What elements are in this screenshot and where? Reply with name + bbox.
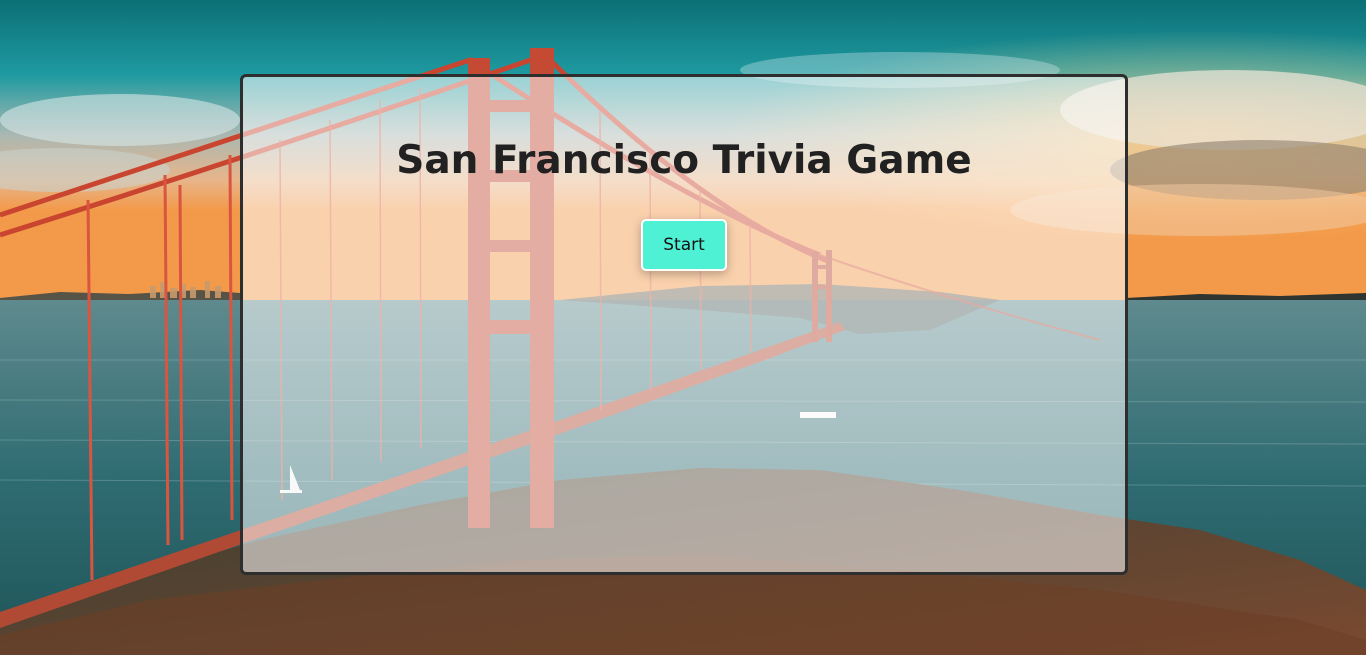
game-title: San Francisco Trivia Game (396, 138, 972, 183)
trivia-card: San Francisco Trivia Game Start (240, 74, 1128, 575)
start-button[interactable]: Start (641, 219, 727, 271)
game-screen: San Francisco Trivia Game Start (0, 0, 1366, 655)
